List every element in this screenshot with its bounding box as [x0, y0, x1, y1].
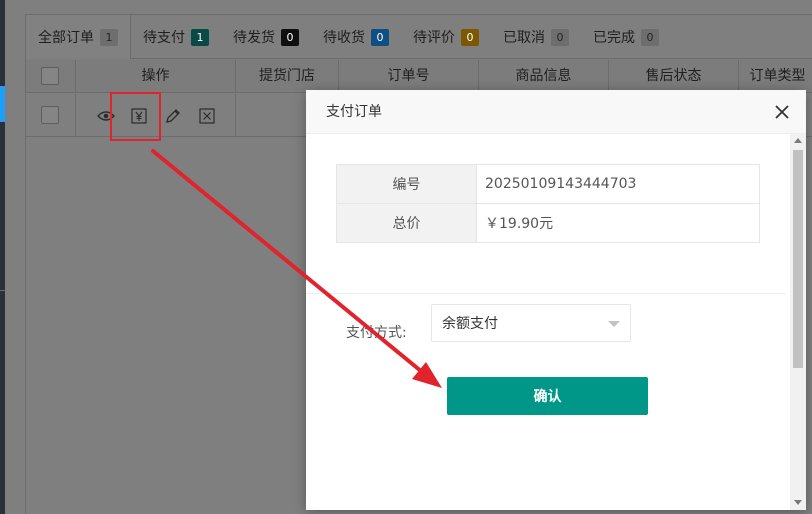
tab-all-orders[interactable]: 全部订单 1 — [25, 15, 131, 59]
tab-pending-payment[interactable]: 待支付 1 — [131, 15, 221, 59]
tab-label: 已取消 — [503, 30, 545, 46]
order-info-table: 编号 20250109143444703 总价 ￥19.90元 — [336, 164, 760, 243]
total-price-row: 总价 ￥19.90元 — [336, 203, 760, 243]
tab-count-badge: 1 — [191, 28, 209, 46]
tab-pending-shipment[interactable]: 待发货 0 — [221, 15, 311, 59]
tab-label: 待收货 — [323, 30, 365, 46]
dialog-body: 编号 20250109143444703 总价 ￥19.90元 支付方式: 余额… — [306, 134, 786, 510]
tab-label: 全部订单 — [38, 30, 94, 46]
payment-method-value: 余额支付 — [442, 316, 498, 332]
tab-label: 待支付 — [143, 30, 185, 46]
row-checkbox[interactable] — [41, 106, 59, 124]
scroll-up-icon[interactable] — [794, 138, 802, 143]
payment-method-select[interactable]: 余额支付 — [431, 304, 631, 342]
tab-label: 已完成 — [593, 30, 635, 46]
tab-pending-review[interactable]: 待评价 0 — [401, 15, 491, 59]
order-number-value: 20250109143444703 — [476, 164, 760, 204]
header-after-sales: 售后状态 — [609, 60, 739, 93]
header-product: 商品信息 — [479, 60, 609, 93]
table-header: 操作 提货门店 订单号 商品信息 售后状态 订单类型 — [26, 60, 812, 93]
close-icon[interactable] — [772, 102, 792, 122]
tab-label: 待评价 — [413, 30, 455, 46]
order-number-label: 编号 — [336, 164, 477, 204]
close-box-icon[interactable] — [197, 106, 217, 126]
confirm-button[interactable]: 确认 — [447, 377, 648, 415]
scrollbar-thumb[interactable] — [793, 150, 803, 368]
header-store: 提货门店 — [236, 60, 339, 93]
header-order-no: 订单号 — [339, 60, 479, 93]
header-operation: 操作 — [76, 60, 236, 93]
pencil-icon[interactable] — [163, 106, 183, 126]
tab-completed[interactable]: 已完成 0 — [581, 15, 671, 59]
tab-count-badge: 0 — [461, 28, 479, 46]
annotation-highlight-box — [110, 92, 161, 141]
tab-count-badge: 0 — [641, 28, 659, 46]
chevron-down-icon — [608, 321, 620, 327]
row-select-cell — [26, 94, 76, 137]
scroll-down-icon[interactable] — [794, 500, 802, 505]
dialog-title: 支付订单 — [326, 104, 382, 120]
order-status-tabs: 全部订单 1 待支付 1 待发货 0 待收货 0 待评价 0 已取消 0 已完成… — [25, 15, 812, 59]
dialog-scrollbar[interactable] — [790, 134, 806, 510]
pay-order-dialog: 支付订单 编号 20250109143444703 总价 ￥19.90元 支付方… — [306, 90, 806, 510]
header-select-cell — [26, 60, 76, 93]
tab-count-badge: 0 — [281, 28, 299, 46]
total-price-value: ￥19.90元 — [476, 203, 760, 243]
header-order-type: 订单类型 — [749, 68, 806, 84]
tab-pending-receipt[interactable]: 待收货 0 — [311, 15, 401, 59]
order-number-row: 编号 20250109143444703 — [336, 164, 760, 204]
tab-count-badge: 1 — [100, 28, 118, 46]
total-price-label: 总价 — [336, 203, 477, 243]
dialog-divider — [306, 293, 786, 294]
tab-count-badge: 0 — [551, 28, 569, 46]
payment-method-label: 支付方式: — [346, 325, 407, 341]
tab-count-badge: 0 — [371, 28, 389, 46]
select-all-checkbox[interactable] — [41, 67, 59, 85]
tab-label: 待发货 — [233, 30, 275, 46]
dialog-header: 支付订单 — [306, 90, 806, 134]
tab-cancelled[interactable]: 已取消 0 — [491, 15, 581, 59]
